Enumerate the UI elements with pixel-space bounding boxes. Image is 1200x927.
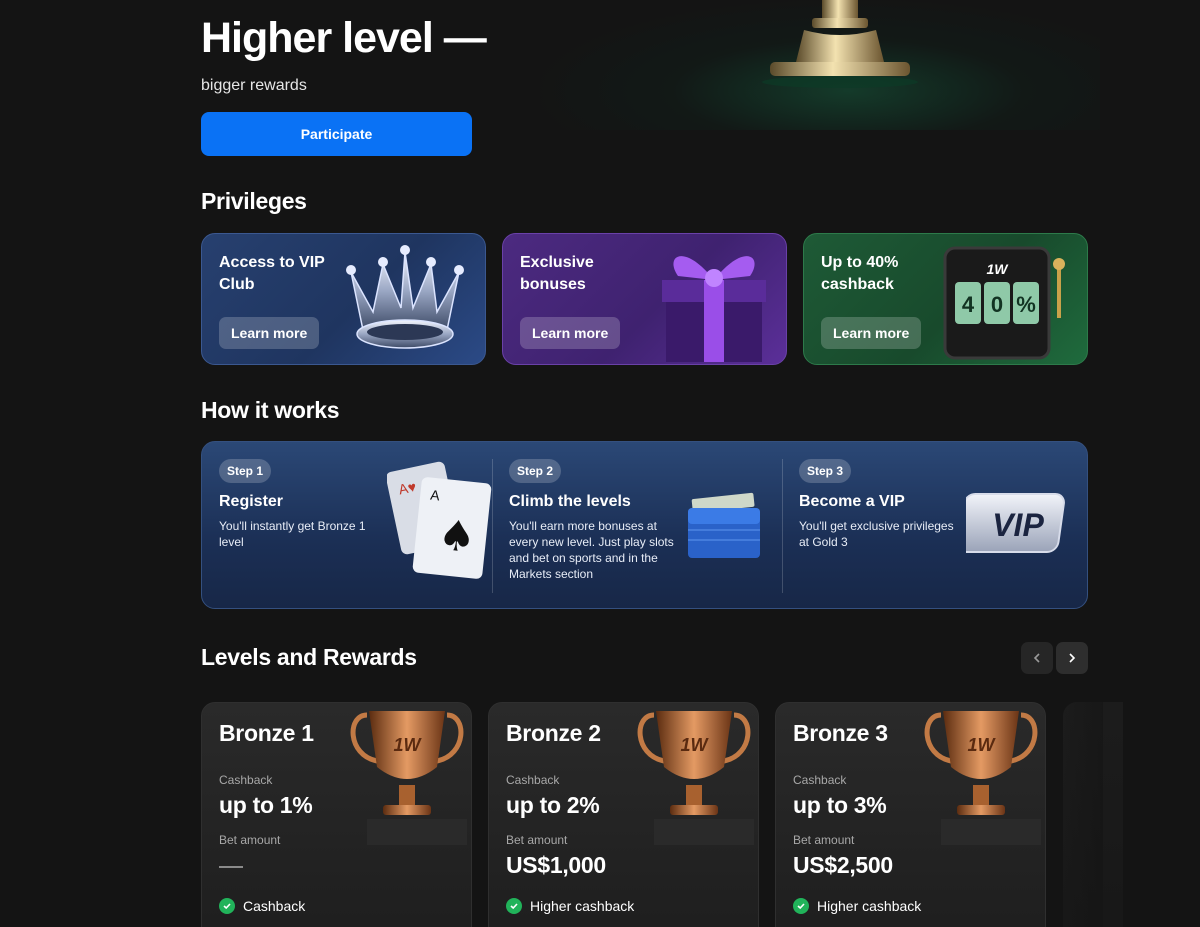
bet-amount-label: Bet amount [506,833,568,847]
feature-label: Higher cashback [817,898,922,914]
privilege-card-exclusive-bonuses[interactable]: Exclusive bonuses Learn more [502,233,787,365]
trophy-brand: 1W [681,735,710,755]
check-icon [219,898,235,914]
carousel-fade [1063,702,1103,927]
cashback-value: up to 1% [219,792,313,818]
chevron-left-icon [1033,653,1040,663]
cashback-label: Cashback [219,773,273,787]
learn-more-button[interactable]: Learn more [821,317,922,349]
step-description: You'll earn more bonuses at every new le… [509,519,674,581]
level-card-bronze-1[interactable]: 1W Bronze 1 Cashback up to 1% Bet amount… [201,702,472,927]
participate-button[interactable]: Participate [201,112,472,156]
bet-amount-label: Bet amount [219,833,281,847]
level-feature: Higher cashback [793,898,921,914]
hero-subtitle: bigger rewards [201,77,307,94]
trophy-brand: 1W [968,735,997,755]
step-badge: Step 1 [219,459,272,483]
slot-reel-1: 4 [962,292,975,317]
step-become-vip: Step 3 Become a VIP You'll get exclusive… [782,442,1072,608]
cashback-value: up to 3% [793,792,887,818]
levels-title: Levels and Rewards [201,644,417,670]
chevron-right-icon [1069,653,1076,663]
carousel-prev-button[interactable] [1021,642,1053,674]
step-climb-levels: Step 2 Climb the levels You'll earn more… [492,442,782,608]
privilege-card-title: Exclusive bonuses [520,254,594,293]
privilege-card-vip-club[interactable]: Access to VIP Club Learn more [201,233,486,365]
step-description: You'll get exclusive privileges at Gold … [799,519,954,549]
bet-amount-value: US$2,500 [793,852,893,878]
bet-amount-value: US$1,000 [506,852,606,878]
gift-icon [662,256,766,362]
level-card-bronze-2[interactable]: 1W Bronze 2 Cashback up to 2% Bet amount… [488,702,759,927]
wallet-icon [688,492,760,558]
step-register: Step 1 Register You'll instantly get Bro… [202,442,492,608]
bet-amount-empty [219,866,243,868]
cashback-label: Cashback [793,773,847,787]
hero-trophy-icon [762,0,918,88]
trophy-icon: 1W [924,711,1041,845]
trophy-brand: 1W [394,735,423,755]
level-name: Bronze 3 [793,720,888,746]
how-it-works-card: Step 1 Register You'll instantly get Bro… [201,441,1088,609]
vip-badge-icon: VIP [966,493,1065,553]
step-badge: Step 2 [509,459,562,483]
how-it-works-title: How it works [201,397,340,423]
slot-brand: 1W [987,261,1010,277]
privilege-card-cashback[interactable]: Up to 40% cashback Learn more 1W 4 0 % [803,233,1088,365]
step-description: You'll instantly get Bronze 1 level [219,519,366,549]
level-feature: Higher cashback [506,898,634,914]
cashback-label: Cashback [506,773,560,787]
svg-text:♠: ♠ [436,510,479,563]
trophy-icon: 1W [350,711,467,845]
level-feature: Cashback [219,898,305,914]
feature-label: Higher cashback [530,898,635,914]
trophy-icon: 1W [637,711,754,845]
vip-badge-text: VIP [992,507,1044,543]
bet-amount-label: Bet amount [793,833,855,847]
learn-more-button[interactable]: Learn more [219,317,320,349]
playing-cards-icon: A♥ A ♠ [387,461,492,579]
privilege-card-title: Access to VIP Club [219,254,325,293]
privileges-title: Privileges [201,188,307,214]
feature-label: Cashback [243,898,306,914]
slot-reel-2: 0 [991,292,1003,317]
step-title: Register [219,493,284,510]
slot-reel-3: % [1016,292,1036,317]
cashback-value: up to 2% [506,792,600,818]
hero-title: Higher level — [201,14,487,62]
level-name: Bronze 1 [219,720,314,746]
check-icon [506,898,522,914]
step-title: Become a VIP [799,493,905,510]
step-badge: Step 3 [799,459,852,483]
privilege-card-title: Up to 40% cashback [821,254,899,293]
level-name: Bronze 2 [506,720,601,746]
slot-machine-icon: 1W 4 0 % [943,246,1065,360]
crown-icon [346,245,464,349]
level-card-bronze-3[interactable]: 1W Bronze 3 Cashback up to 3% Bet amount… [775,702,1046,927]
learn-more-button[interactable]: Learn more [520,317,621,349]
carousel-next-button[interactable] [1056,642,1088,674]
check-icon [793,898,809,914]
step-title: Climb the levels [509,493,631,510]
